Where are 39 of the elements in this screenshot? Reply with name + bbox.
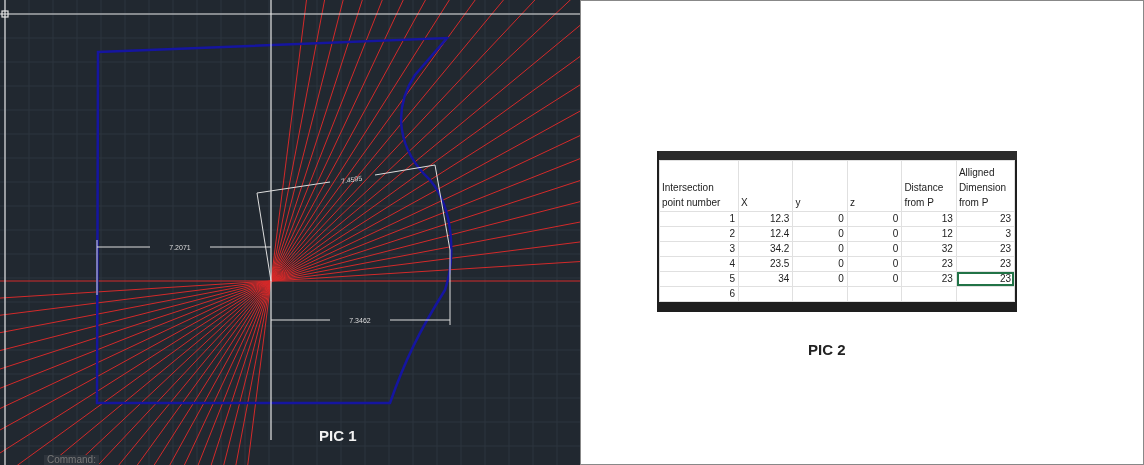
table-cell[interactable]: 2 [659, 226, 739, 242]
table-cell[interactable]: 0 [792, 226, 848, 242]
table-cell[interactable]: 0 [847, 211, 902, 227]
table-cell[interactable]: 23.5 [738, 256, 793, 272]
table-cell[interactable]: 5 [659, 271, 739, 287]
table-cell[interactable]: 34 [738, 271, 793, 287]
table-cell[interactable]: 0 [792, 256, 848, 272]
table-cell[interactable]: 34.2 [738, 241, 793, 257]
table-cell[interactable]: 0 [792, 241, 848, 257]
table-cell[interactable]: 23 [956, 241, 1015, 257]
table-cell[interactable]: 4 [659, 256, 739, 272]
picture-caption: PIC 1 [319, 427, 357, 444]
table-cell[interactable]: 13 [901, 211, 957, 227]
table-cell[interactable]: 0 [847, 241, 902, 257]
table-cell[interactable]: 3 [956, 226, 1015, 242]
table-cell[interactable]: 23 [956, 256, 1015, 272]
table-cell[interactable]: 23 [901, 271, 957, 287]
table-cell[interactable]: 0 [792, 211, 848, 227]
column-header: z [847, 160, 902, 212]
table-cell[interactable]: 0 [847, 256, 902, 272]
column-header: y [792, 160, 848, 212]
column-header: Alligned Dimension from P [956, 160, 1015, 212]
table-cell[interactable]: 0 [847, 226, 902, 242]
picture-caption: PIC 2 [808, 341, 846, 358]
table-cell[interactable]: 6 [659, 286, 739, 302]
table-cell[interactable]: 12.3 [738, 211, 793, 227]
column-header: Distance from P [901, 160, 957, 212]
table-cell[interactable]: 12 [901, 226, 957, 242]
table-cell[interactable]: 1 [659, 211, 739, 227]
column-header: X [738, 160, 793, 212]
table-cell[interactable]: 32 [901, 241, 957, 257]
table-cell[interactable]: 23 [901, 256, 957, 272]
column-header: Intersection point number [659, 160, 739, 212]
table-cell[interactable]: 12.4 [738, 226, 793, 242]
table-cell[interactable]: 23 [956, 271, 1015, 287]
table-cell[interactable]: 0 [847, 271, 902, 287]
table-cell[interactable]: 0 [792, 271, 848, 287]
table-cell[interactable]: 23 [956, 211, 1015, 227]
table-cell[interactable]: 3 [659, 241, 739, 257]
